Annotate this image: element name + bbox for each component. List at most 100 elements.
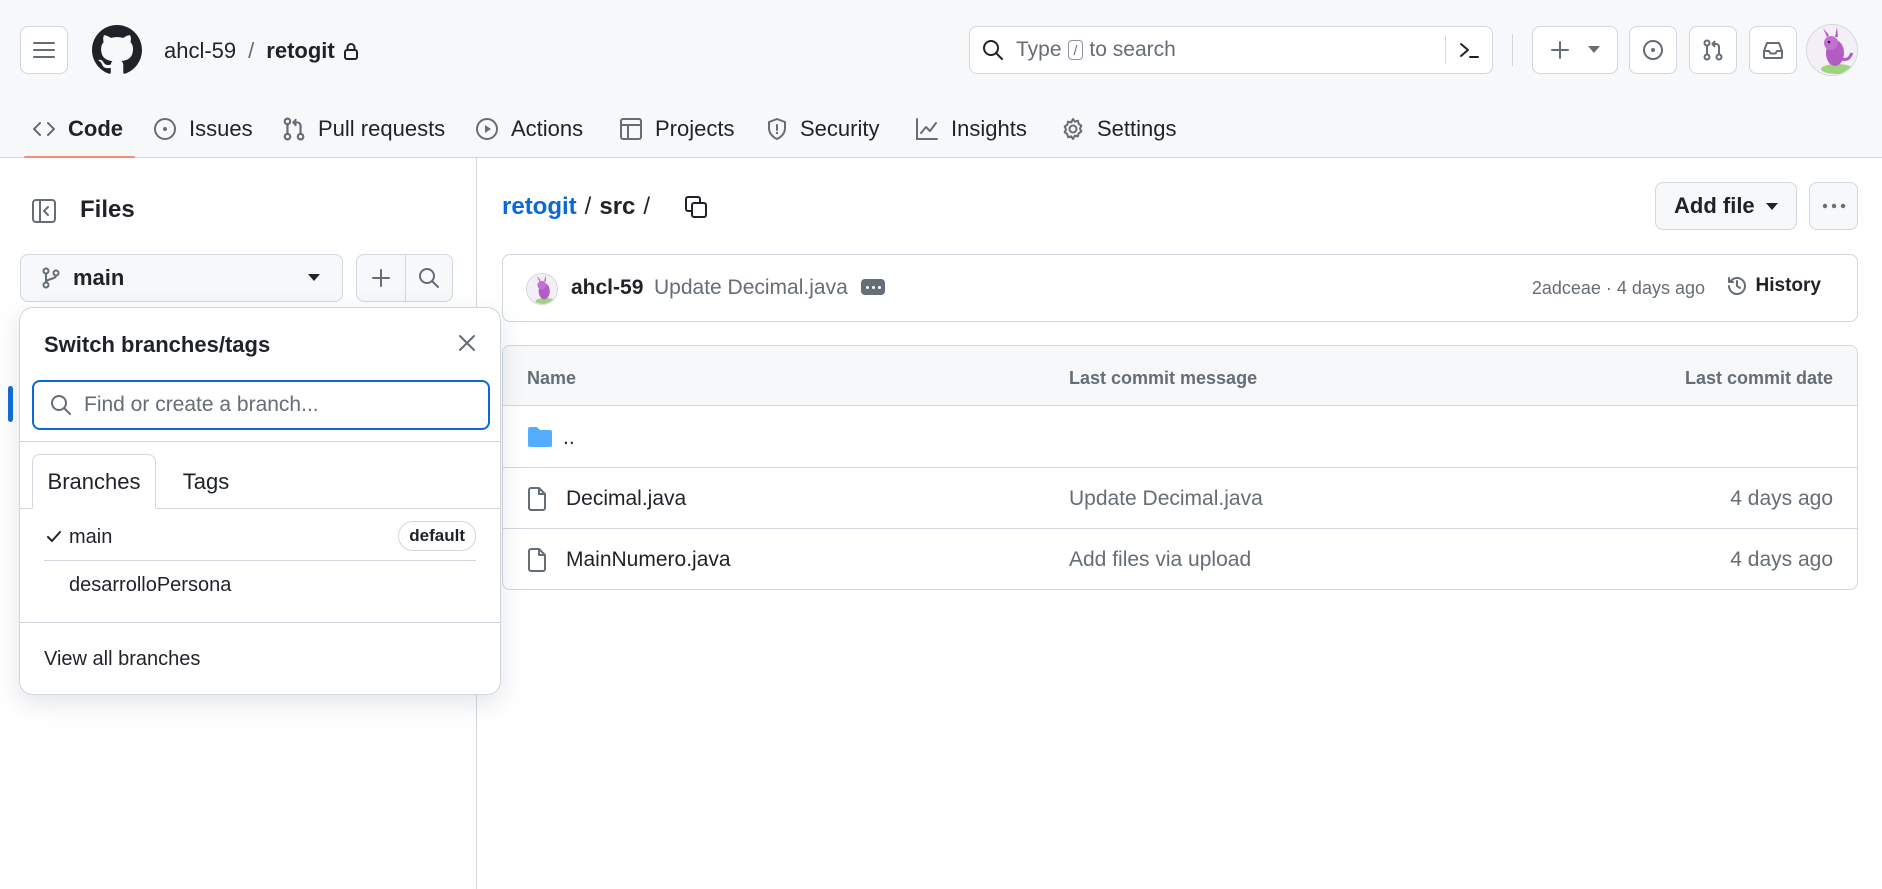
add-file-tree-button[interactable] [357,255,405,301]
file-commit-message[interactable]: Add files via upload [1069,548,1251,572]
commit-author[interactable]: ahcl-59 [571,276,643,300]
add-file-label: Add file [1674,193,1755,218]
git-pull-request-icon [1703,39,1723,61]
tab-label: Code [68,116,123,141]
tab-settings[interactable]: Settings [1061,100,1177,158]
search-icon [418,268,439,288]
search-prefix: Type [1016,38,1062,61]
collapse-file-tree-button[interactable] [20,187,68,235]
branch-item-desarrollo[interactable]: desarrolloPersona [20,561,500,609]
git-pull-request-icon [283,117,305,141]
table-row-parent-dir[interactable]: .. [503,407,1857,468]
file-icon [528,487,546,511]
dropdown-divider [20,441,500,442]
file-commit-date: 4 days ago [1730,548,1833,571]
search-input[interactable]: Type / to search [969,26,1493,74]
breadcrumb-separator: / [584,193,592,220]
more-options-button[interactable] [1809,182,1858,230]
search-placeholder: Type / to search [1016,38,1176,62]
lock-icon [343,43,358,60]
files-heading: Files [80,196,135,223]
tab-branches[interactable]: Branches [32,454,156,509]
command-palette-icon[interactable] [1458,39,1480,61]
search-shortcut-key: / [1067,40,1084,60]
repo-nav-tabs: Code Issues Pull requests Actions Projec… [0,100,1882,159]
branch-item-main[interactable]: main default [20,513,500,561]
tab-code[interactable]: Code [24,100,135,159]
menu-button[interactable] [20,26,68,74]
repo-link[interactable]: retogit [266,38,334,64]
triangle-down-icon [1766,203,1778,210]
tab-issues[interactable]: Issues [153,100,253,158]
issue-opened-icon [1643,40,1663,60]
shield-icon [768,118,786,140]
commit-author-avatar[interactable] [526,273,558,305]
app-header: ahcl-59 / retogit Type / to search Code [0,0,1882,159]
column-last-commit-message: Last commit message [1069,368,1258,388]
latest-commit-bar: ahcl-59 Update Decimal.java 2adceae · 4 … [502,254,1858,322]
file-name-link[interactable]: MainNumero.java [566,548,731,572]
avatar-icon [527,274,557,304]
breadcrumb-separator: / [248,38,255,63]
close-icon[interactable] [458,334,476,352]
history-icon [1727,276,1746,295]
branch-search-input[interactable] [84,393,464,417]
user-avatar[interactable] [1806,24,1858,76]
history-link[interactable]: History [1726,275,1821,297]
issues-button[interactable] [1629,26,1677,74]
owner-link[interactable]: ahcl-59 [164,38,236,64]
tab-label: Pull requests [318,116,446,141]
branch-search-field[interactable] [32,380,490,430]
tab-label: Insights [951,116,1027,141]
table-header: Name Last commit message Last commit dat… [503,346,1857,406]
hamburger-icon [33,42,55,58]
selected-tree-marker [8,386,13,422]
breadcrumb-folder: src [599,193,636,220]
table-icon [620,118,642,140]
column-name: Name [527,368,577,388]
check-icon [47,531,61,542]
breadcrumb-repo-link[interactable]: retogit [502,193,577,221]
dropdown-title: Switch branches/tags [44,332,271,357]
view-all-branches-link[interactable]: View all branches [44,648,200,671]
commit-message[interactable]: Update Decimal.java [654,276,848,300]
branch-selector-button[interactable]: main [20,254,343,302]
tab-insights[interactable]: Insights [915,100,1027,158]
issue-opened-icon [154,118,176,140]
tab-actions[interactable]: Actions [475,100,583,158]
inbox-button[interactable] [1749,26,1797,74]
tab-security[interactable]: Security [766,100,879,158]
table-row[interactable]: Decimal.java Update Decimal.java 4 days … [503,468,1857,529]
file-commit-message[interactable]: Update Decimal.java [1069,487,1263,511]
commit-meta[interactable]: 2adceae · 4 days ago [1532,278,1705,299]
parent-dir-link[interactable]: .. [563,426,575,450]
pull-requests-button[interactable] [1689,26,1737,74]
repo-breadcrumb: ahcl-59 / retogit [164,36,359,66]
inbox-icon [1763,42,1783,59]
search-icon [51,395,71,415]
current-branch-label: main [73,265,125,290]
tab-label: Actions [511,116,584,141]
create-new-button[interactable] [1532,26,1618,74]
triangle-down-icon [1588,46,1600,53]
expand-commit-ellipsis-icon[interactable] [861,279,885,295]
play-icon [476,118,498,140]
default-badge: default [398,521,476,551]
tab-label: Projects [655,116,735,141]
folder-icon [528,427,552,447]
column-last-commit-date: Last commit date [1684,368,1833,388]
tab-pull-requests[interactable]: Pull requests [282,100,445,158]
avatar-icon [1807,25,1857,75]
sidebar-collapse-icon [32,199,56,223]
add-file-button[interactable]: Add file [1655,182,1797,230]
plus-icon [1551,41,1569,59]
copy-icon[interactable] [684,195,708,219]
table-row[interactable]: MainNumero.java Add files via upload 4 d… [503,529,1857,589]
code-icon [33,122,55,136]
search-files-button[interactable] [404,255,453,301]
file-name-link[interactable]: Decimal.java [566,487,686,511]
github-logo-icon[interactable] [92,25,142,75]
graph-icon [916,118,938,140]
tab-projects[interactable]: Projects [619,100,734,158]
tab-tags[interactable]: Tags [156,454,256,509]
